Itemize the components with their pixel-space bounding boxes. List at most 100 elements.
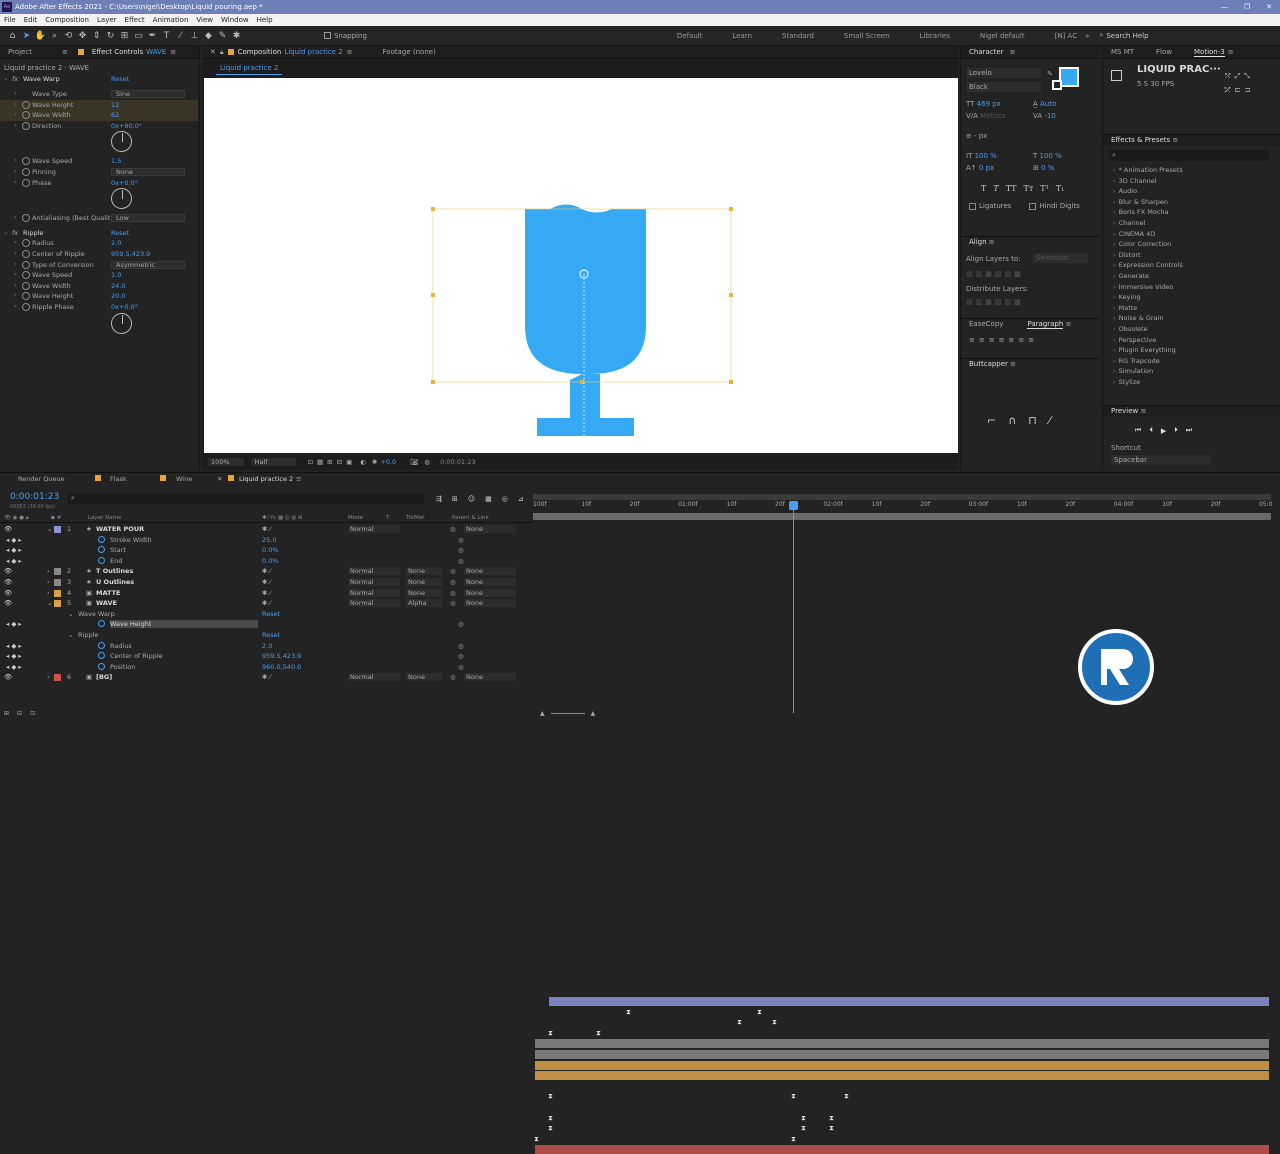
effects-menu-icon[interactable]: ≡	[1172, 136, 1178, 144]
label-color-swatch[interactable]	[54, 526, 61, 533]
stopwatch-icon[interactable]	[22, 178, 30, 187]
effects-category-item[interactable]: › Color Correction	[1113, 240, 1171, 248]
expand-arrow-icon[interactable]: ›	[14, 121, 17, 129]
horizontal-scale-value[interactable]: 100 %	[1040, 152, 1062, 160]
wave-warp-prop-row[interactable]: › Wave Width 62	[0, 110, 198, 121]
expand-arrow-icon[interactable]: ›	[14, 270, 17, 278]
effects-category-item[interactable]: › 3D Channel	[1113, 177, 1157, 185]
expand-arrow-icon[interactable]: ›	[14, 260, 17, 268]
rotate-tool-icon[interactable]: ↻	[104, 29, 117, 42]
keyframe-nav-icon[interactable]: ◂ ◆ ▸	[6, 652, 22, 660]
timeline-menu-icon[interactable]: ≡	[296, 475, 301, 483]
stopwatch-icon[interactable]	[22, 292, 30, 301]
stopwatch-icon[interactable]	[22, 214, 30, 223]
tab-footage[interactable]: Footage (none)	[383, 48, 436, 56]
switches-icons[interactable]: ✱ ⁄	[262, 525, 271, 533]
stopwatch-icon[interactable]	[98, 620, 105, 628]
layer-row[interactable]: 👁︎ › 2 ★ T Outlines ✱ ⁄ Normal None ◎ None	[0, 567, 533, 578]
reset-link[interactable]: Reset	[262, 610, 280, 618]
effects-category-item[interactable]: › Simulation	[1113, 367, 1153, 375]
in-out-icon[interactable]: ⊟	[17, 710, 22, 717]
keyframe-marker[interactable]: ⧗	[547, 1124, 554, 1132]
keyframe-marker[interactable]: ⧗	[800, 1124, 807, 1132]
switches-icons[interactable]: ✱ ⁄	[262, 673, 271, 681]
keyframe-marker[interactable]: ⧗	[625, 1008, 632, 1016]
menu-help[interactable]: Help	[257, 16, 273, 24]
stopwatch-icon[interactable]	[22, 239, 30, 248]
hindi-digits-checkbox[interactable]	[1029, 202, 1037, 210]
motion-menu-icon[interactable]: ≡	[1228, 48, 1234, 56]
property-value[interactable]: 25.0	[262, 536, 276, 544]
workspace-nigel-default[interactable]: Nigel default	[980, 32, 1025, 40]
zoom-out-icon[interactable]: ▲	[540, 710, 545, 717]
font-size-value[interactable]: 469 px	[977, 100, 1001, 108]
prop-dropdown[interactable]: Sine	[111, 90, 185, 98]
more-workspaces-icon[interactable]: »	[1085, 32, 1089, 40]
expression-icon[interactable]: ◎	[458, 642, 464, 650]
stopwatch-icon[interactable]	[22, 100, 30, 109]
keyframe-marker[interactable]: ⧗	[756, 1008, 763, 1016]
prop-value[interactable]: 0x+90.0°	[111, 122, 142, 130]
property-value[interactable]: 2.0	[262, 642, 272, 650]
layer-property-row[interactable]: ◂ ◆ ▸ Center of Ripple 959.5,423.9 ◎	[0, 652, 533, 663]
stopwatch-icon[interactable]	[98, 535, 105, 543]
effects-category-item[interactable]: › Generate	[1113, 272, 1149, 280]
expand-arrow-icon[interactable]: ›	[47, 589, 50, 597]
effects-category-item[interactable]: › Distort	[1113, 251, 1141, 259]
keyframe-marker[interactable]: ⧗	[736, 1018, 743, 1026]
angle-dial[interactable]	[111, 131, 132, 153]
pan-tool-icon[interactable]: ✥	[76, 29, 89, 42]
angle-dial[interactable]	[111, 312, 132, 334]
expand-arrow-icon[interactable]: ›	[14, 302, 17, 310]
pen-tool-icon[interactable]: ✒	[146, 29, 159, 42]
motion-checkbox[interactable]	[1111, 70, 1122, 81]
mask-visibility-icon[interactable]: ⊞	[327, 458, 332, 466]
effects-category-item[interactable]: › Audio	[1113, 187, 1137, 195]
track-matte-dropdown[interactable]: None	[406, 578, 442, 586]
tab-easecopy[interactable]: EaseCopy	[969, 320, 1003, 328]
effects-category-item[interactable]: › Expression Controls	[1113, 261, 1183, 269]
stretch-icon[interactable]: ⊡	[30, 710, 35, 717]
font-style-dropdown[interactable]: Black	[966, 82, 1041, 92]
workspace-n-ac[interactable]: [N] AC	[1055, 32, 1077, 40]
effects-category-item[interactable]: › Blur & Sharpen	[1113, 198, 1168, 206]
close-timeline-tab-icon[interactable]: ✕	[217, 475, 222, 483]
layer-duration-bar[interactable]	[535, 1039, 1269, 1049]
close-tab-icon[interactable]: ✕	[210, 48, 216, 56]
trkmat-header[interactable]: TrkMat	[406, 515, 424, 521]
blend-mode-dropdown[interactable]: Normal	[348, 599, 400, 608]
snapping-checkbox[interactable]	[324, 32, 331, 39]
ripple-prop-row[interactable]: › Wave Height 20.0	[0, 291, 198, 302]
frame-blending-icon[interactable]: ▦	[485, 495, 492, 503]
draft-3d-icon[interactable]: ⊞	[452, 495, 458, 503]
rectangle-tool-icon[interactable]: ▭	[132, 29, 145, 42]
current-time-display[interactable]: 0:00:01:23	[10, 492, 59, 502]
parent-dropdown[interactable]: None	[464, 673, 516, 682]
angle-dial[interactable]	[111, 188, 132, 210]
graph-editor-icon[interactable]: ⊿	[518, 495, 524, 503]
blend-mode-dropdown[interactable]: Normal	[348, 673, 400, 682]
reset-link[interactable]: Reset	[262, 631, 280, 639]
keyframe-marker[interactable]: ⧗	[828, 1124, 835, 1132]
menu-effect[interactable]: Effect	[125, 16, 145, 24]
parent-dropdown[interactable]: None	[464, 525, 516, 533]
shy-layers-icon[interactable]: ☺	[468, 495, 475, 503]
effects-category-item[interactable]: › RG Trapcode	[1113, 357, 1160, 365]
stopwatch-icon[interactable]	[98, 662, 105, 670]
keyframe-nav-icon[interactable]: ◂ ◆ ▸	[6, 557, 22, 565]
eyedropper-icon[interactable]: ✎	[1047, 70, 1053, 78]
prop-dropdown[interactable]: Asymmetric	[111, 260, 185, 269]
workspace-default[interactable]: Default	[677, 32, 703, 40]
ripple-prop-row[interactable]: › Wave Speed 1.0	[0, 270, 198, 281]
keyframe-marker[interactable]: ⧗	[828, 1114, 835, 1122]
superscript-button[interactable]: T¹	[1040, 184, 1049, 193]
motion-tool-icons[interactable]: ⤲⤢⤡	[1225, 72, 1254, 81]
keyframe-nav-icon[interactable]: ◂ ◆ ▸	[6, 642, 22, 650]
expression-icon[interactable]: ◎	[458, 536, 464, 544]
vertical-scale-value[interactable]: 100 %	[975, 152, 997, 160]
expression-icon[interactable]: ◎	[458, 652, 464, 660]
projecting-cap-icon[interactable]: ⊓	[1028, 414, 1037, 427]
parent-dropdown[interactable]: None	[464, 599, 516, 608]
expand-arrow-icon[interactable]: ›	[14, 281, 17, 289]
tab-paragraph[interactable]: Paragraph	[1027, 320, 1064, 329]
